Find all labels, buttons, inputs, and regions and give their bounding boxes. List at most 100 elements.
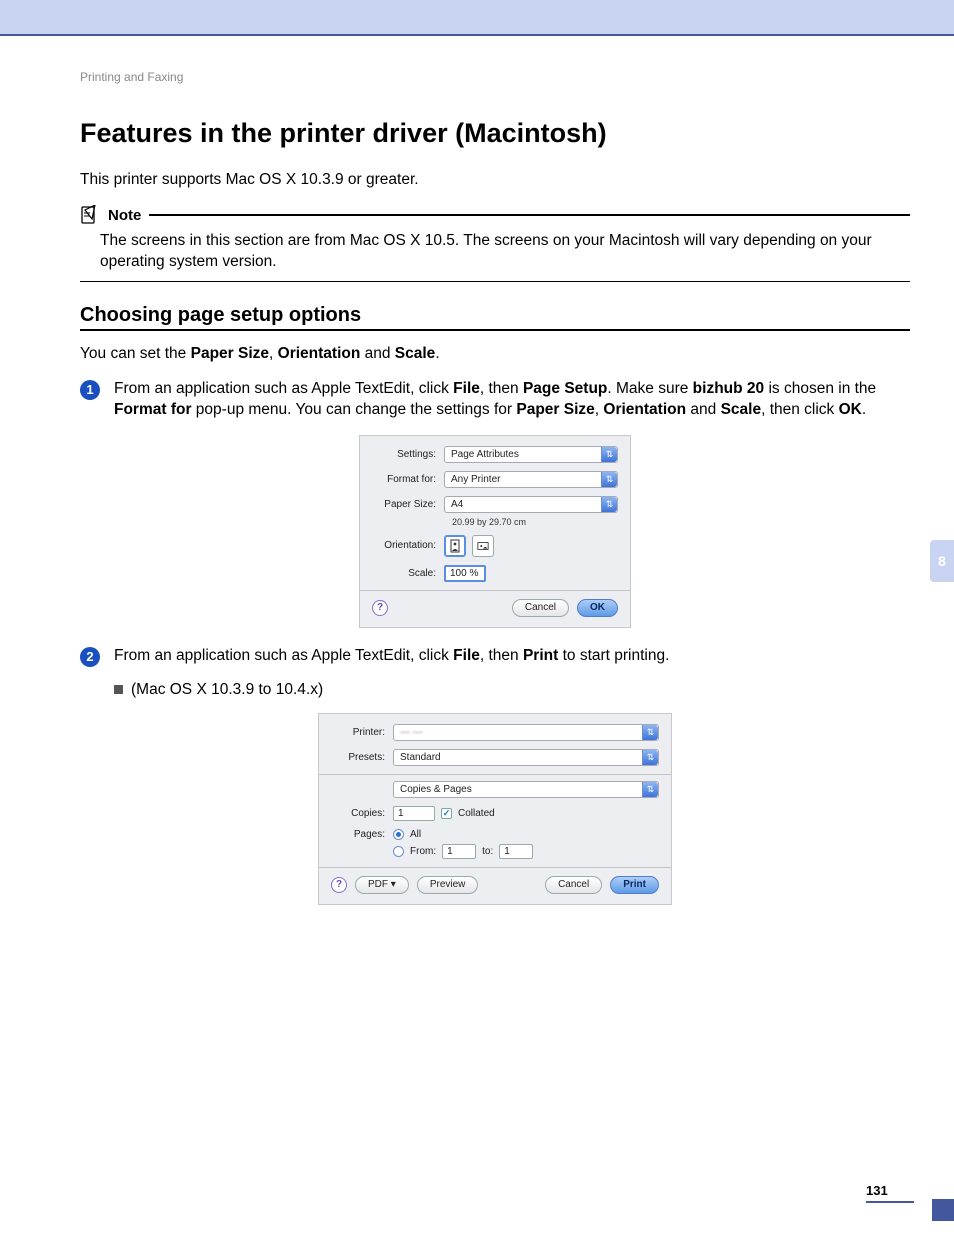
cancel-button[interactable]: Cancel: [545, 876, 602, 894]
t: Paper Size: [516, 401, 594, 418]
page-number-text: 131: [866, 1183, 888, 1198]
t: Paper Size: [191, 345, 269, 362]
section-lead: You can set the Paper Size, Orientation …: [80, 345, 910, 363]
t: Page Attributes: [451, 449, 519, 460]
chevron-updown-icon: ⇅: [601, 472, 617, 487]
ok-button[interactable]: OK: [577, 599, 618, 617]
t: , then click: [761, 401, 839, 418]
pages-from-input[interactable]: 1: [442, 844, 476, 859]
collated-label: Collated: [458, 808, 495, 819]
settings-label: Settings:: [372, 449, 444, 460]
t: pop-up menu. You can change the settings…: [192, 401, 517, 418]
format-for-label: Format for:: [372, 474, 444, 485]
t: Scale: [721, 401, 762, 418]
scale-label: Scale:: [372, 568, 444, 579]
page-number-rule: [866, 1201, 914, 1203]
help-button[interactable]: ?: [331, 877, 347, 893]
panel-select[interactable]: Copies & Pages⇅: [393, 781, 659, 798]
pages-from-label: From:: [410, 846, 436, 857]
os-version-bullet: (Mac OS X 10.3.9 to 10.4.x): [114, 681, 910, 699]
t: .: [435, 345, 439, 362]
t: OK: [839, 401, 862, 418]
step-1: 1 From an application such as Apple Text…: [80, 379, 910, 421]
t: ,: [269, 345, 278, 362]
orientation-portrait-button[interactable]: [444, 535, 466, 557]
portrait-icon: [449, 539, 461, 553]
help-button[interactable]: ?: [372, 600, 388, 616]
bullet-text: (Mac OS X 10.3.9 to 10.4.x): [131, 681, 323, 699]
paper-dimensions: 20.99 by 29.70 cm: [452, 517, 618, 527]
section-heading: Choosing page setup options: [80, 304, 910, 327]
t: Orientation: [278, 345, 361, 362]
t: Orientation: [603, 401, 686, 418]
scale-input[interactable]: 100 %: [444, 565, 486, 582]
t: Format for: [114, 401, 192, 418]
section-rule: [80, 329, 910, 331]
pages-from-radio[interactable]: [393, 846, 404, 857]
cancel-button[interactable]: Cancel: [512, 599, 569, 617]
t: . Make sure: [607, 380, 692, 397]
t: Scale: [395, 345, 436, 362]
t: Page Setup: [523, 380, 607, 397]
paper-size-label: Paper Size:: [372, 499, 444, 510]
step-badge-1: 1: [80, 380, 100, 400]
chevron-updown-icon: ⇅: [642, 725, 658, 740]
t: and: [686, 401, 720, 418]
landscape-icon: [477, 539, 489, 553]
step-2: 2 From an application such as Apple Text…: [80, 646, 910, 667]
settings-select[interactable]: Page Attributes⇅: [444, 446, 618, 463]
dialog-separator: [319, 867, 671, 868]
t: .: [862, 401, 866, 418]
note-body: The screens in this section are from Mac…: [80, 225, 910, 281]
t: You can set the: [80, 345, 191, 362]
running-head: Printing and Faxing: [80, 70, 910, 84]
corner-block: [932, 1199, 954, 1221]
orientation-label: Orientation:: [372, 540, 444, 551]
t: to start printing.: [558, 647, 669, 664]
printer-select[interactable]: — — ⇅: [393, 724, 659, 741]
format-for-select[interactable]: Any Printer⇅: [444, 471, 618, 488]
copies-input[interactable]: 1: [393, 806, 435, 821]
intro-text: This printer supports Mac OS X 10.3.9 or…: [80, 171, 910, 189]
chapter-tab: 8: [930, 540, 954, 582]
presets-select[interactable]: Standard ⇅: [393, 749, 659, 766]
top-band: [0, 0, 954, 34]
t: From an application such as Apple TextEd…: [114, 647, 453, 664]
note-icon: [80, 205, 100, 225]
t: Copies & Pages: [400, 784, 472, 795]
collated-checkbox[interactable]: ✓: [441, 808, 452, 819]
note-block: Note The screens in this section are fro…: [80, 205, 910, 282]
page-title: Features in the printer driver (Macintos…: [80, 118, 910, 149]
chevron-updown-icon: ⇅: [642, 750, 658, 765]
dialog-separator: [360, 590, 630, 591]
note-rule-bottom: [80, 281, 910, 283]
t: bizhub 20: [693, 380, 764, 397]
t: From an application such as Apple TextEd…: [114, 380, 453, 397]
pages-all-radio[interactable]: [393, 829, 404, 840]
t: Standard: [400, 752, 441, 763]
print-button[interactable]: Print: [610, 876, 659, 894]
printer-label: Printer:: [331, 727, 393, 738]
t: Print: [523, 647, 558, 664]
t: File: [453, 380, 480, 397]
t: , then: [480, 380, 523, 397]
chevron-updown-icon: ⇅: [601, 497, 617, 512]
page-number: 131: [866, 1183, 914, 1203]
note-label: Note: [108, 207, 141, 224]
t: , then: [480, 647, 523, 664]
pages-to-input[interactable]: 1: [499, 844, 533, 859]
t: A4: [451, 499, 463, 510]
preview-button[interactable]: Preview: [417, 876, 479, 894]
t: File: [453, 647, 480, 664]
printer-value-redacted: — —: [400, 727, 423, 738]
step-2-body: From an application such as Apple TextEd…: [114, 646, 669, 667]
step-badge-2: 2: [80, 647, 100, 667]
pages-label: Pages:: [331, 829, 393, 840]
pages-all-label: All: [410, 829, 421, 840]
pdf-button[interactable]: PDF ▾: [355, 876, 409, 894]
step-1-body: From an application such as Apple TextEd…: [114, 379, 910, 421]
t: is chosen in the: [764, 380, 876, 397]
orientation-landscape-button[interactable]: [472, 535, 494, 557]
page-setup-dialog: Settings: Page Attributes⇅ Format for: A…: [359, 435, 631, 628]
paper-size-select[interactable]: A4 ⇅: [444, 496, 618, 513]
